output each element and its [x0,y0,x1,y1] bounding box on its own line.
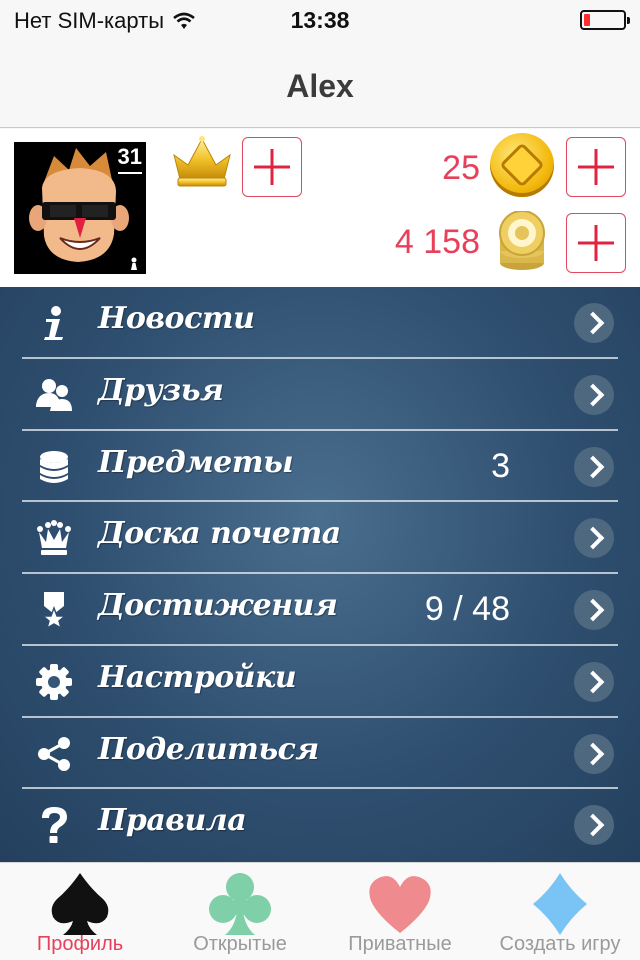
menu-item-label: Предметы [98,444,294,480]
menu-item-settings[interactable]: Настройки [22,646,618,718]
tab-create-game[interactable]: Создать игру [480,863,640,960]
tab-label: Создать игру [499,933,621,955]
menu-item-label: Поделиться [98,731,319,767]
chevron-right-icon [574,374,614,415]
level-badge: 31 [118,144,142,174]
menu-item-value: 3 [491,446,510,485]
avatar[interactable]: 31 [14,142,146,274]
battery-level [584,14,590,26]
status-bar: Нет SIM-карты 13:38 [0,0,640,40]
gold-coin-icon [490,133,554,197]
queen-icon [37,520,71,556]
menu-item-news[interactable]: Новости [22,287,618,359]
add-crown-button[interactable] [242,137,302,197]
share-icon [38,736,70,771]
chevron-right-icon [574,590,614,630]
heart-icon [369,876,431,933]
ribbon-star-icon [40,592,68,628]
tab-label: Приватные [348,933,452,955]
menu-item-friends[interactable]: Друзья [22,359,618,431]
profile-header: 31 25 4 158 [0,129,640,287]
diamond-icon [533,873,587,935]
add-coins-button[interactable] [566,137,626,197]
navigation-bar: Alex [0,40,640,128]
crown-icon [173,136,231,187]
tab-label: Профиль [36,933,124,955]
chevron-right-icon [574,518,614,559]
chevron-right-icon [574,661,614,702]
pawn-icon [131,257,137,270]
chip-balance: 4 158 [394,223,480,261]
coins-stack-icon [40,450,68,483]
menu-item-label: Друзья [98,372,224,408]
clock: 13:38 [290,7,350,33]
coin-balance: 25 [442,149,480,187]
tab-label: Открытые [193,933,287,955]
chevron-right-icon [574,805,614,846]
chevron-right-icon [574,446,614,487]
club-icon [209,873,271,935]
menu-item-leaderboard[interactable]: Доска почета [22,502,618,574]
spade-icon [51,873,109,935]
menu-item-label: Правила [98,803,247,839]
battery-icon [580,10,630,30]
menu-item-label: Достижения [98,588,338,623]
menu-item-label: Новости [98,301,255,336]
menu-item-label: Настройки [98,659,297,695]
friends-icon [36,378,72,411]
tab-bar: Профиль Открытые Приватные Создать игру [0,862,640,960]
gear-icon [36,663,72,700]
chip-stack-icon [499,211,545,270]
tab-open-games[interactable]: Открытые [160,863,320,960]
add-chips-button[interactable] [566,213,626,273]
menu-item-rules[interactable]: Правила [22,789,618,861]
tab-private-games[interactable]: Приватные [320,863,480,960]
chevron-right-icon [574,303,614,343]
menu-item-value: 9 / 48 [424,590,510,628]
menu-item-label: Доска почета [98,516,341,552]
menu-item-items[interactable]: Предметы 3 [22,431,618,503]
menu-item-share[interactable]: Поделиться [22,718,618,790]
page-title: Alex [286,68,354,104]
tab-profile[interactable]: Профиль [0,863,160,960]
chevron-right-icon [574,733,614,774]
info-icon [44,306,63,340]
question-icon [42,807,67,844]
main-menu: Новости Друзья Предметы 3 Доска почета Д… [0,287,640,862]
menu-item-achievements[interactable]: Достижения 9 / 48 [22,574,618,646]
